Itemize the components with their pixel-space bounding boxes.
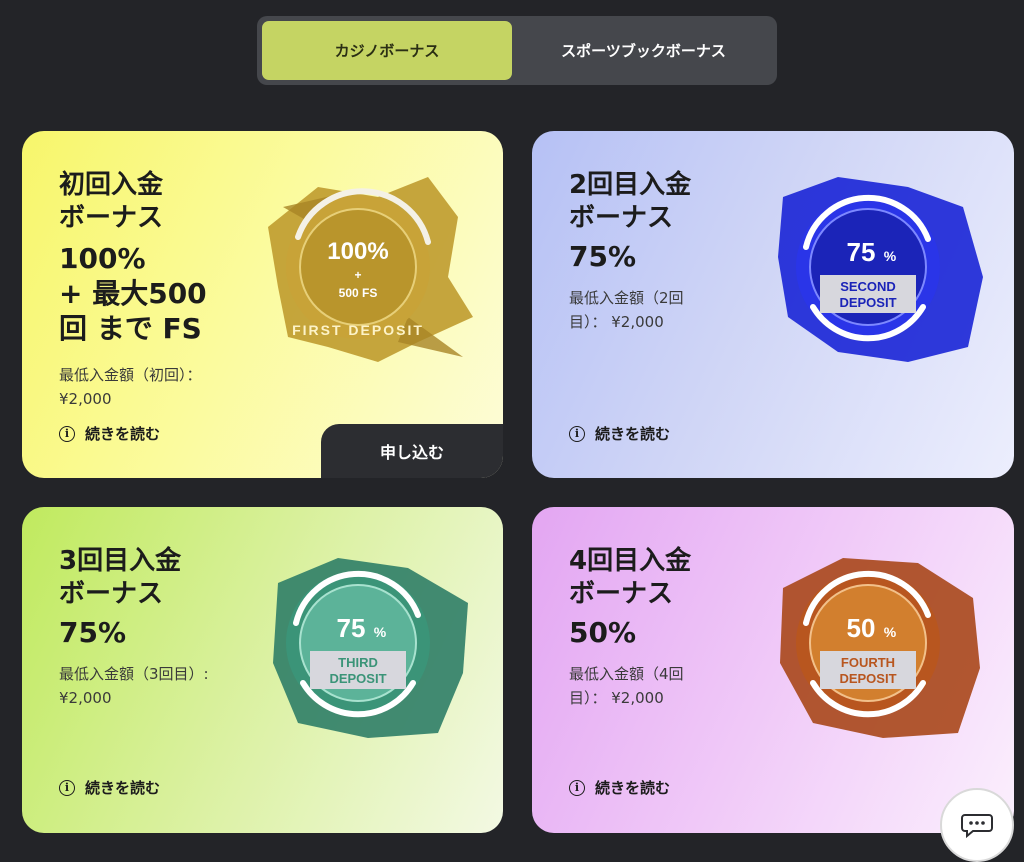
read-more-link[interactable]: i 続きを読む — [569, 777, 670, 798]
chat-bubble-icon — [961, 814, 993, 838]
badge-caption-1: FOURTH — [841, 655, 895, 670]
info-icon: i — [569, 425, 585, 442]
second-deposit-bonus-card: 2回目入金 ボーナス 75% 最低入金額（2回目）： ¥2,000 i 続きを読… — [532, 131, 1014, 478]
third-deposit-bonus-card: 3回目入金 ボーナス 75% 最低入金額（3回目）: ¥2,000 i 続きを読… — [22, 507, 503, 833]
minimum-deposit: 最低入金額（3回目）: ¥2,000 — [59, 665, 209, 707]
bonus-headline: 75% — [59, 616, 127, 649]
tab-casino-bonus[interactable]: カジノボーナス — [262, 21, 512, 80]
chat-button[interactable] — [940, 788, 1014, 862]
badge-caption-2: DEPOSIT — [839, 295, 896, 310]
bonus-headline: 75% — [569, 240, 637, 273]
badge-value: 100% — [327, 238, 388, 265]
badge-unit: % — [884, 624, 897, 640]
badge-unit: % — [374, 624, 387, 640]
card-title: 2回目入金 ボーナス — [569, 170, 692, 233]
fourth-deposit-badge-icon: 50 % FOURTH DEPOSIT — [780, 558, 980, 738]
badge-extra: 500 FS — [339, 286, 378, 300]
info-icon: i — [59, 779, 75, 796]
apply-button[interactable]: 申し込む — [321, 424, 503, 478]
first-deposit-bonus-card: 初回入金 ボーナス 100% + 最大500 回 まで FS 最低入金額（初回）… — [22, 131, 503, 478]
minimum-deposit: 最低入金額（4回目）： ¥2,000 — [569, 665, 684, 707]
bonus-headline: 100% + 最大500 回 まで FS — [59, 242, 207, 345]
read-more-label: 続きを読む — [85, 425, 161, 443]
minimum-deposit: 最低入金額（2回目）： ¥2,000 — [569, 289, 684, 331]
badge-caption-1: SECOND — [840, 279, 896, 294]
read-more-link[interactable]: i 続きを読む — [59, 423, 160, 444]
bonus-type-tabs: カジノボーナス スポーツブックボーナス — [257, 16, 777, 85]
bonus-headline: 50% — [569, 616, 637, 649]
badge-value: 50 — [847, 613, 876, 643]
card-title: 4回目入金 ボーナス — [569, 546, 692, 609]
third-deposit-badge-icon: 75 % THIRD DEPOSIT — [273, 558, 468, 738]
badge-caption-2: DEPOSIT — [839, 671, 896, 686]
badge-caption-2: DEPOSIT — [329, 671, 386, 686]
read-more-label: 続きを読む — [85, 779, 161, 797]
read-more-link[interactable]: i 続きを読む — [59, 777, 160, 798]
badge-caption: FIRST DEPOSIT — [292, 322, 424, 338]
card-title: 初回入金 ボーナス — [59, 170, 164, 233]
minimum-deposit: 最低入金額（初回）： ¥2,000 — [59, 366, 202, 408]
fourth-deposit-bonus-card: 4回目入金 ボーナス 50% 最低入金額（4回目）： ¥2,000 i 続きを読… — [532, 507, 1014, 833]
badge-plus: + — [354, 268, 361, 282]
read-more-link[interactable]: i 続きを読む — [569, 423, 670, 444]
badge-caption-1: THIRD — [338, 655, 378, 670]
info-icon: i — [569, 779, 585, 796]
first-deposit-badge-icon: 100% + 500 FS FIRST DEPOSIT — [268, 177, 473, 362]
read-more-label: 続きを読む — [595, 779, 671, 797]
tab-sportsbook-bonus[interactable]: スポーツブックボーナス — [515, 21, 772, 80]
badge-value: 75 — [337, 613, 366, 643]
badge-unit: % — [884, 248, 897, 264]
info-icon: i — [59, 425, 75, 442]
badge-value: 75 — [847, 237, 876, 267]
card-title: 3回目入金 ボーナス — [59, 546, 182, 609]
read-more-label: 続きを読む — [595, 425, 671, 443]
second-deposit-badge-icon: 75 % SECOND DEPOSIT — [778, 177, 983, 362]
